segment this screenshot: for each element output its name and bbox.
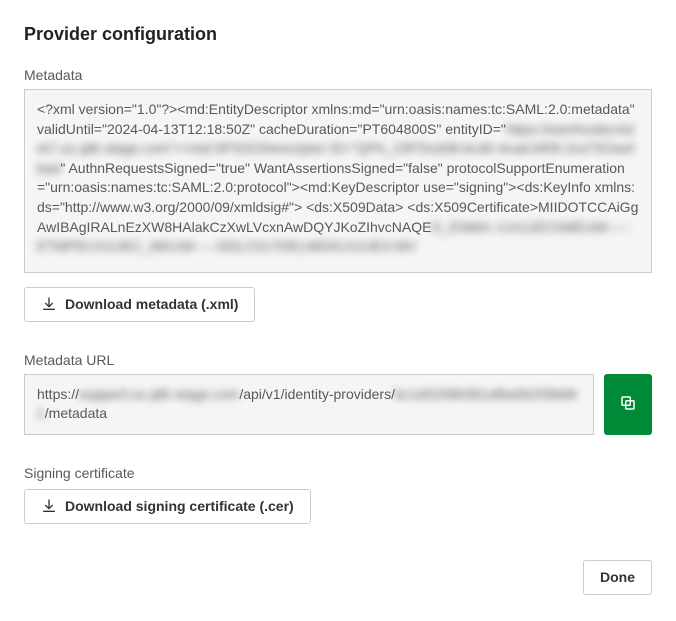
download-signing-cert-label: Download signing certificate (.cer) [65, 498, 294, 515]
url-part: https:// [37, 386, 79, 402]
metadata-section: Metadata <?xml version="1.0"?><md:Entity… [24, 67, 652, 322]
download-metadata-button[interactable]: Download metadata (.xml) [24, 287, 255, 322]
download-icon [41, 296, 57, 312]
copy-url-button[interactable] [604, 374, 652, 435]
metadata-url-textbox[interactable]: https://eqaperf.us.qlik-stage.com/api/v1… [24, 374, 594, 435]
done-button[interactable]: Done [583, 560, 652, 595]
metadata-url-label: Metadata URL [24, 352, 652, 368]
signing-certificate-label: Signing certificate [24, 465, 652, 481]
done-label: Done [600, 569, 635, 586]
url-part: /api/v1/identity-providers/ [239, 386, 395, 402]
download-metadata-label: Download metadata (.xml) [65, 296, 238, 313]
url-redacted: eqaperf.us.qlik-stage.com [79, 386, 239, 402]
download-icon [41, 498, 57, 514]
copy-icon [619, 394, 637, 415]
download-signing-cert-button[interactable]: Download signing certificate (.cer) [24, 489, 311, 524]
page-title: Provider configuration [24, 24, 652, 45]
metadata-url-section: Metadata URL https://eqaperf.us.qlik-sta… [24, 352, 652, 435]
metadata-textbox[interactable]: <?xml version="1.0"?><md:EntityDescripto… [24, 89, 652, 273]
signing-certificate-section: Signing certificate Download signing cer… [24, 465, 652, 524]
footer: Done [24, 560, 652, 595]
url-part: /metadata [45, 405, 107, 421]
metadata-label: Metadata [24, 67, 652, 83]
